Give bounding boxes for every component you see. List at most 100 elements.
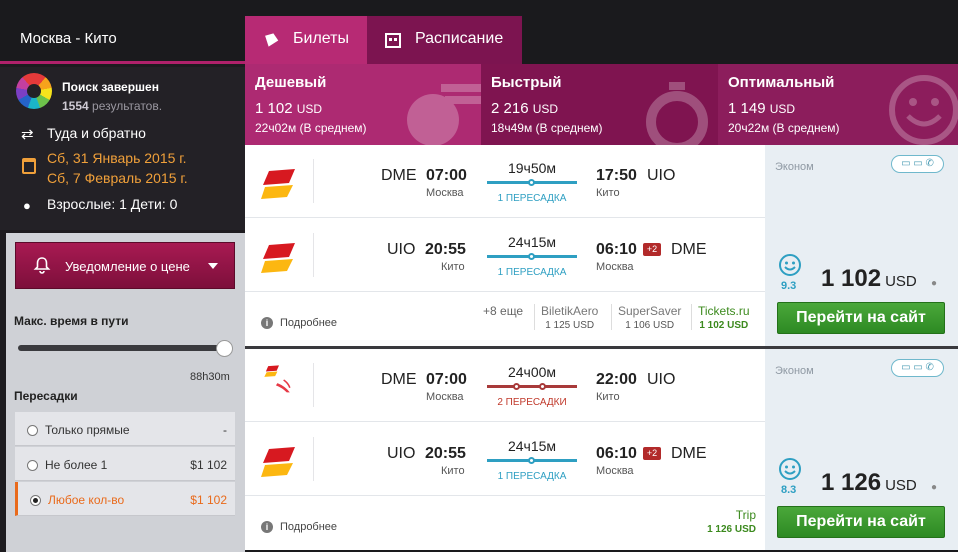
bell-icon bbox=[33, 257, 51, 274]
divider bbox=[313, 233, 314, 277]
agent-offer[interactable]: BiletikAero 1 125 USD bbox=[541, 304, 598, 331]
search-logo-icon bbox=[16, 73, 52, 109]
agent-price: 1 106 USD bbox=[625, 320, 675, 331]
leg-outbound[interactable]: DME 07:00 Москва 19ч50м 1 ПЕРЕСАДКА 17:5… bbox=[245, 145, 765, 218]
departure-time: 07:00 bbox=[426, 371, 467, 388]
results-count-suffix: результатов. bbox=[92, 99, 163, 113]
max-time-title: Макс. время в пути bbox=[14, 314, 129, 328]
stops-option-label: Не более 1 bbox=[45, 458, 108, 472]
arrival-code: DME bbox=[671, 445, 707, 462]
result-currency: USD bbox=[885, 477, 917, 494]
stops-option-price: $1 102 bbox=[190, 493, 227, 507]
leg-stops: 1 ПЕРЕСАДКА bbox=[497, 267, 567, 278]
leg-duration: 24ч15м bbox=[507, 438, 557, 454]
agent-price: 1 102 USD bbox=[699, 320, 749, 331]
summary-price: 2 216 USD bbox=[491, 100, 558, 117]
leg-return[interactable]: UIO 20:55 Кито 24ч15м 1 ПЕРЕСАДКА 06:10 … bbox=[245, 219, 765, 292]
summary-title: Дешевый bbox=[255, 74, 327, 91]
agent-price: 1 126 USD bbox=[707, 524, 756, 535]
amenities-icon[interactable]: ▭ ▭ ✆ bbox=[891, 155, 944, 173]
arrival-code: UIO bbox=[647, 371, 676, 388]
day-offset-badge: +2 bbox=[643, 243, 661, 256]
price-alert-label: Уведомление о цене bbox=[65, 259, 190, 274]
details-link[interactable]: Подробнее bbox=[280, 521, 337, 533]
departure-time: 20:55 bbox=[425, 445, 466, 462]
leg-stops: 2 ПЕРЕСАДКИ bbox=[497, 397, 567, 408]
person-icon: ● bbox=[23, 198, 31, 213]
leg-duration: 19ч50м bbox=[507, 160, 557, 176]
divider bbox=[313, 363, 314, 407]
stop-dot bbox=[528, 457, 535, 464]
stops-option-label: Любое кол-во bbox=[48, 493, 125, 507]
trip-type: Туда и обратно bbox=[47, 125, 146, 141]
departure-city: Кито bbox=[441, 465, 465, 477]
arrival-city: Кито bbox=[596, 391, 620, 403]
info-icon: i bbox=[261, 317, 273, 329]
leg-outbound[interactable]: DME 07:00 Москва 24ч00м 2 ПЕРЕСАДКИ 22:0… bbox=[245, 349, 765, 422]
radio-button-selected[interactable] bbox=[30, 495, 41, 506]
tab-tickets[interactable]: Билеты bbox=[245, 16, 367, 64]
summary-title: Оптимальный bbox=[728, 74, 835, 91]
details-link[interactable]: Подробнее bbox=[280, 317, 337, 329]
result-price-panel: Эконом ▭ ▭ ✆ 8.3 1 126 USD ● Перейти на с… bbox=[765, 349, 958, 550]
go-to-site-button[interactable]: Перейти на сайт bbox=[777, 506, 945, 538]
departure-code: UIO bbox=[387, 241, 416, 258]
stopwatch-icon bbox=[646, 82, 708, 145]
tab-schedule[interactable]: Расписание bbox=[367, 16, 522, 64]
route-header: Москва - Кито bbox=[0, 0, 245, 64]
result-price: 1 102 USD bbox=[821, 265, 917, 293]
leg-return[interactable]: UIO 20:55 Кито 24ч15м 1 ПЕРЕСАДКА 06:10 … bbox=[245, 423, 765, 496]
stop-dot bbox=[539, 383, 546, 390]
route-line bbox=[487, 385, 577, 388]
max-time-value: 88h30m bbox=[190, 371, 230, 383]
result-footer: i Подробнее +8 еще BiletikAero 1 125 USD … bbox=[245, 292, 765, 346]
date-return[interactable]: Сб, 7 Февраль 2015 г. bbox=[47, 170, 188, 186]
summary-fastest[interactable]: Быстрый 2 216 USD 18ч49м (В среднем) bbox=[481, 64, 718, 145]
departure-city: Москва bbox=[426, 391, 464, 403]
summary-cheapest[interactable]: Дешевый 1 102 USD 22ч02м (В среднем) bbox=[245, 64, 481, 145]
agent-name: Tickets.ru bbox=[698, 304, 750, 318]
departure-time: 20:55 bbox=[425, 241, 466, 258]
chevron-down-icon bbox=[208, 263, 218, 269]
smiley-icon bbox=[889, 75, 958, 145]
result-itinerary: DME 07:00 Москва 19ч50м 1 ПЕРЕСАДКА 17:5… bbox=[245, 145, 765, 346]
max-time-slider[interactable] bbox=[18, 345, 224, 351]
date-outbound[interactable]: Сб, 31 Январь 2015 г. bbox=[47, 150, 187, 166]
smiley-rating-icon bbox=[779, 458, 801, 480]
divider bbox=[691, 304, 692, 330]
schedule-icon bbox=[385, 33, 401, 48]
radio-button[interactable] bbox=[27, 425, 38, 436]
iberia-logo-icon bbox=[261, 447, 295, 477]
radio-button[interactable] bbox=[27, 460, 38, 471]
passengers[interactable]: Взрослые: 1 Дети: 0 bbox=[47, 196, 177, 212]
route-title: Москва - Кито bbox=[20, 30, 117, 47]
result-price-value: 1 102 bbox=[821, 265, 882, 292]
rating-score: 8.3 bbox=[781, 484, 797, 496]
stops-option-direct[interactable]: Только прямые - bbox=[15, 412, 235, 446]
divider bbox=[313, 437, 314, 481]
agent-offer[interactable]: SuperSaver 1 106 USD bbox=[618, 304, 681, 331]
stop-dot bbox=[528, 179, 535, 186]
go-to-site-button[interactable]: Перейти на сайт bbox=[777, 302, 945, 334]
more-agents-link[interactable]: +8 еще bbox=[483, 304, 523, 318]
info-icon: i bbox=[261, 521, 273, 533]
stops-option-max-1[interactable]: Не более 1 $1 102 bbox=[15, 447, 235, 481]
summary-price-value: 2 216 bbox=[491, 100, 529, 117]
agent-offer-best[interactable]: Trip 1 126 USD bbox=[698, 508, 756, 535]
summary-optimal[interactable]: Оптимальный 1 149 USD 20ч22м (В среднем) bbox=[718, 64, 958, 145]
result-itinerary: DME 07:00 Москва 24ч00м 2 ПЕРЕСАДКИ 22:0… bbox=[245, 349, 765, 550]
departure-city: Москва bbox=[426, 187, 464, 199]
summary-duration: 22ч02м (В среднем) bbox=[255, 121, 367, 135]
stops-option-any[interactable]: Любое кол-во $1 102 bbox=[15, 482, 235, 516]
iberia-logo-icon bbox=[261, 243, 295, 273]
multi-airline-logo-icon bbox=[264, 365, 291, 393]
summary-currency: USD bbox=[532, 102, 559, 116]
summary-price-value: 1 149 bbox=[728, 100, 766, 117]
divider bbox=[534, 304, 535, 330]
max-time-slider-handle[interactable] bbox=[216, 340, 233, 357]
summary-price: 1 149 USD bbox=[728, 100, 795, 117]
price-alert-button[interactable]: Уведомление о цене bbox=[15, 242, 235, 289]
agent-offer-best[interactable]: Tickets.ru 1 102 USD bbox=[698, 304, 750, 331]
departure-code: DME bbox=[381, 167, 417, 184]
amenities-icon[interactable]: ▭ ▭ ✆ bbox=[891, 359, 944, 377]
